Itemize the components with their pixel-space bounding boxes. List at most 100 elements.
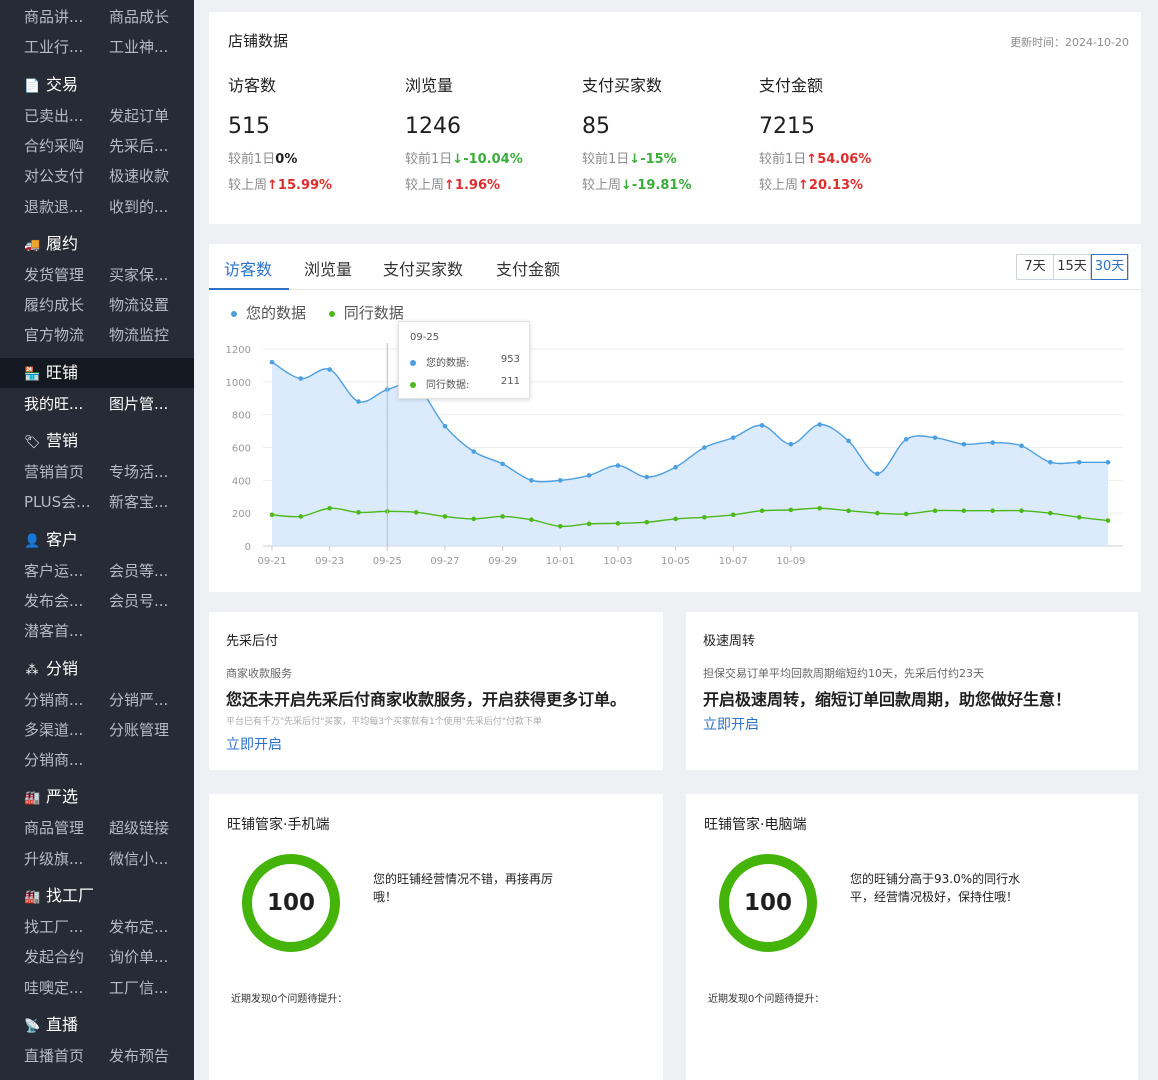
sidebar-item[interactable]: 工业神... [109, 32, 168, 62]
sidebar-item[interactable]: 工厂信... [109, 973, 168, 1003]
sidebar-section-6[interactable]: 🏭 严选 [0, 782, 194, 812]
sidebar-section-7[interactable]: 🏭 找工厂 [0, 881, 194, 911]
sidebar-item[interactable]: 找工厂... [24, 912, 83, 942]
sidebar-section-title: 严选 [46, 787, 79, 807]
data-point-mine [298, 376, 304, 381]
sidebar-row: 潜客首... [0, 616, 194, 646]
pay-later-open-link[interactable]: 立即开启 [226, 734, 282, 754]
sidebar-item[interactable]: 营销首页 [24, 457, 84, 487]
sidebar-item[interactable]: 商品管理 [24, 813, 84, 843]
data-point-mine [269, 359, 275, 365]
week-compare-value: -19.81% [631, 178, 692, 193]
sidebar-row: 分销商... 分销严... [0, 685, 194, 715]
sidebar-item[interactable]: 客户运... [24, 556, 83, 586]
sidebar-section-0[interactable]: 📄 交易 [0, 70, 194, 100]
sidebar-item[interactable]: 会员等... [109, 556, 168, 586]
legend-item-mine[interactable]: 您的数据 [231, 302, 306, 323]
sidebar-item[interactable]: 图片管... [109, 389, 168, 419]
sidebar-item[interactable]: 分销商... [24, 745, 83, 775]
week-compare-arrow: ↑ [444, 178, 455, 193]
tab-pageviews[interactable]: 浏览量 [304, 256, 352, 280]
tooltip-row-peer: 同行数据: 211 [410, 376, 520, 391]
fast-turnover-open-link[interactable]: 立即开启 [703, 714, 759, 734]
sidebar-item[interactable]: 多渠道... [24, 715, 83, 745]
sidebar-item[interactable]: 专场活... [109, 457, 168, 487]
data-point-peer [269, 512, 275, 518]
sidebar-item[interactable]: 询价单... [109, 942, 168, 972]
sidebar-item[interactable]: 发布会... [24, 586, 83, 616]
sidebar-item[interactable]: 极速收款 [109, 161, 169, 191]
range-7d-button[interactable]: 7天 [1017, 255, 1054, 279]
sidebar-item[interactable]: 发货管理 [24, 260, 84, 290]
tab-paying-buyers[interactable]: 支付买家数 [383, 256, 463, 280]
metric-label: 浏览量 [405, 76, 454, 95]
sidebar-section-4[interactable]: 👤 客户 [0, 525, 194, 555]
sidebar-item[interactable]: 合约采购 [24, 131, 84, 161]
sidebar-item[interactable]: 工业行... [24, 32, 83, 62]
sidebar-item[interactable]: 超级链接 [109, 813, 169, 843]
sidebar-item[interactable]: 收到的... [109, 192, 168, 222]
range-30d-button[interactable]: 30天 [1091, 254, 1128, 280]
data-point-mine [673, 464, 678, 470]
sidebar-row: 客户运... 会员等... [0, 556, 194, 586]
week-compare-label: 较上周 [405, 178, 445, 193]
sidebar-item[interactable]: 直播首页 [24, 1041, 84, 1071]
sidebar-item[interactable]: 升级旗... [24, 844, 83, 874]
sidebar-row: 找工厂... 发布定... [0, 912, 194, 942]
factory-search-icon: 🏭 [24, 890, 41, 905]
sidebar-item[interactable]: 买家保... [109, 260, 168, 290]
sidebar-section-1[interactable]: 🚚 履约 [0, 229, 194, 259]
sidebar-item[interactable]: 发布定... [109, 912, 168, 942]
sidebar-section-2[interactable]: 🏪 旺铺 [0, 357, 194, 388]
sidebar-item[interactable]: 潜客首... [24, 616, 83, 646]
data-point-mine [471, 449, 477, 454]
user-icon: 👤 [24, 533, 41, 549]
x-tick-label: 10-09 [776, 556, 805, 567]
pay-later-subtitle: 商家收款服务 [226, 667, 292, 680]
week-compare-label: 较上周 [228, 178, 268, 193]
sidebar-item[interactable]: 发起合约 [24, 942, 84, 972]
data-point-peer [903, 511, 909, 517]
sidebar-row: 对公支付 极速收款 [0, 161, 194, 191]
sidebar-item[interactable]: 官方物流 [24, 320, 84, 350]
sidebar-row: 哇噢定... 工厂信... [0, 973, 194, 1003]
pc-score-ring: 100 [719, 854, 817, 952]
sidebar-item[interactable]: 先采后... [109, 131, 168, 161]
sidebar-item[interactable]: 商品讲... [24, 2, 83, 32]
x-tick-label: 09-29 [488, 556, 517, 567]
sidebar-item[interactable]: 我的旺... [24, 389, 83, 419]
sidebar-item[interactable]: 商品成长 [109, 2, 169, 32]
sidebar-item[interactable]: 对公支付 [24, 161, 84, 191]
data-point-mine [500, 461, 505, 467]
sidebar-item[interactable]: 分销商... [24, 685, 83, 715]
week-compare-value: 15.99% [277, 178, 333, 193]
legend-item-peer[interactable]: 同行数据 [328, 302, 404, 323]
sidebar-row: 官方物流 物流监控 [0, 320, 194, 350]
sidebar-item[interactable]: 哇噢定... [24, 973, 83, 1003]
sidebar-item[interactable]: 分销严... [109, 685, 168, 715]
sidebar-item[interactable]: 退款退... [24, 192, 83, 222]
data-point-peer [730, 512, 736, 518]
sidebar-item[interactable]: 物流设置 [109, 290, 169, 320]
tab-payment-amount[interactable]: 支付金额 [496, 256, 560, 280]
sidebar-section-3[interactable]: 🏷 营销 [0, 426, 194, 456]
sidebar-item[interactable]: 微信小... [109, 844, 168, 874]
sidebar-section-5[interactable]: ⁂ 分销 [0, 654, 194, 684]
sidebar-section-8[interactable]: 📡 直播 [0, 1010, 194, 1040]
shop-icon: 🏪 [24, 366, 41, 382]
sidebar-item[interactable]: 已卖出... [24, 101, 83, 131]
range-15d-button[interactable]: 15天 [1054, 255, 1091, 279]
sidebar-item[interactable]: 发布预告 [109, 1041, 169, 1071]
day-compare-value: -10.04% [463, 152, 523, 167]
trend-line-chart[interactable]: 02004006008001000120009-21 09-23 09-25 09-2… [209, 322, 1141, 582]
tab-visitors[interactable]: 访客数 [224, 256, 272, 280]
sidebar-item[interactable]: 履约成长 [24, 290, 84, 320]
data-point-peer [1048, 510, 1053, 516]
sidebar-item[interactable]: 会员号... [109, 586, 168, 616]
sidebar-item[interactable]: 新客宝... [109, 487, 168, 517]
sidebar-item[interactable]: 分账管理 [109, 715, 169, 745]
sidebar-item[interactable]: 发起订单 [109, 101, 169, 131]
sidebar-item[interactable]: 物流监控 [109, 320, 169, 350]
sidebar-row: 升级旗... 微信小... [0, 844, 194, 874]
sidebar-item[interactable]: PLUS会... [24, 487, 90, 517]
